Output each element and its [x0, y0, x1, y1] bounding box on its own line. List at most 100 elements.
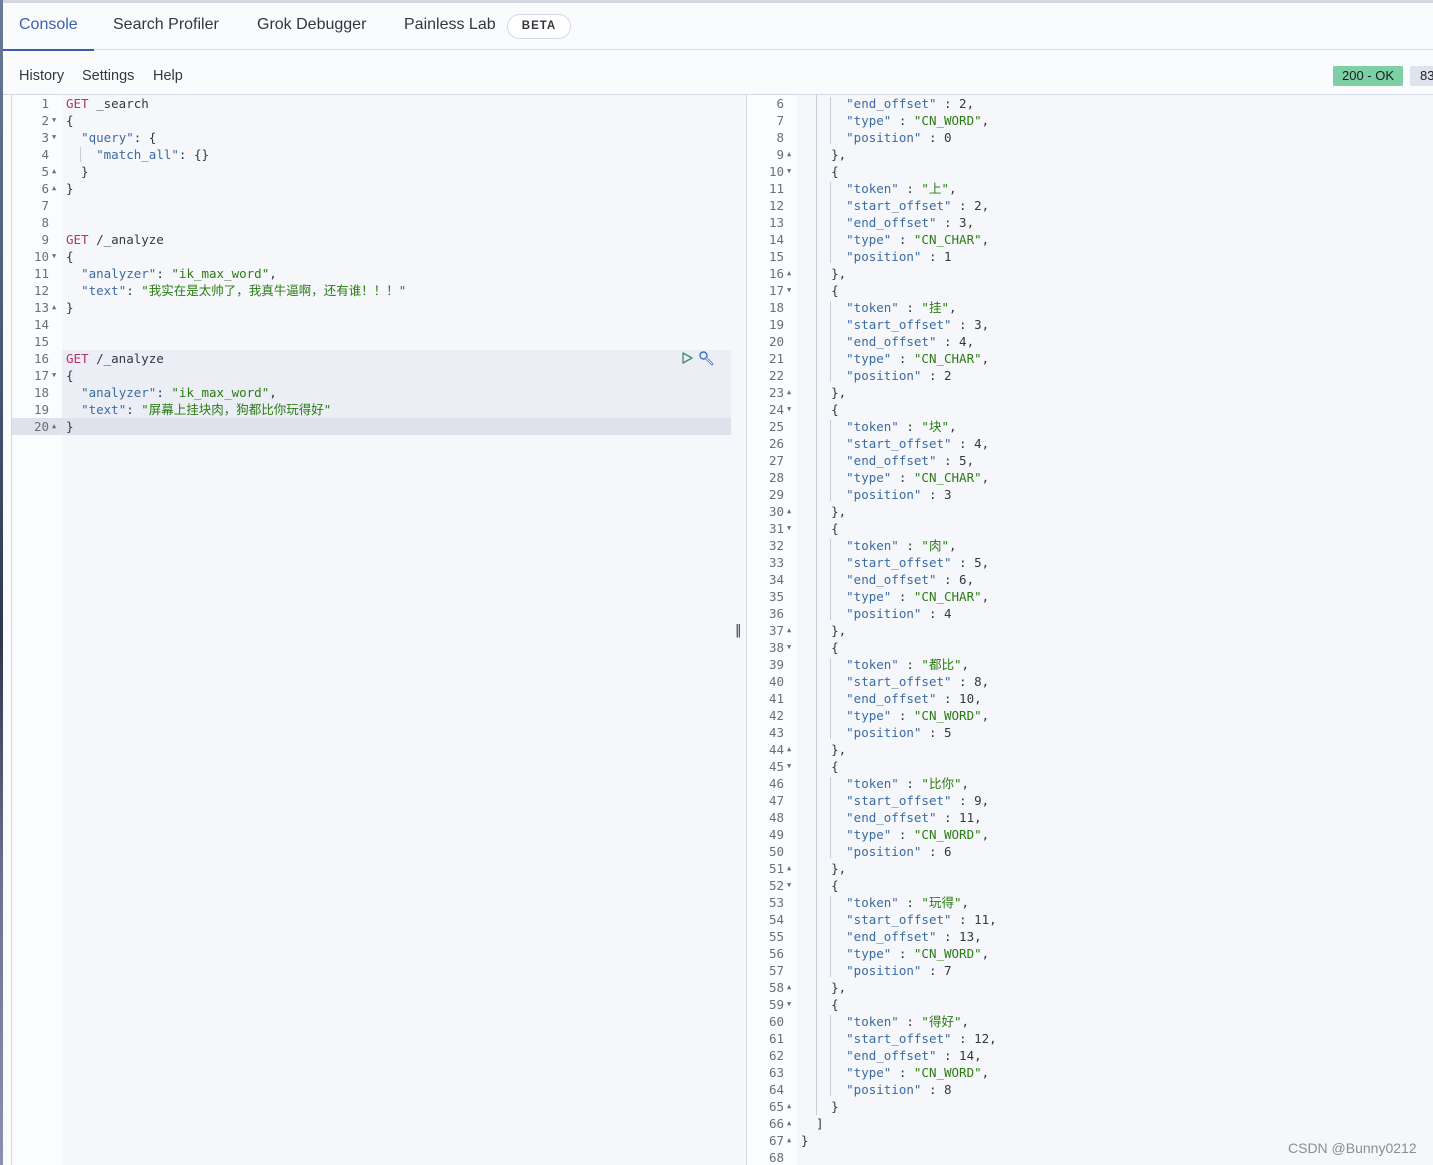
fold-toggle-expand-icon[interactable]: ▲ [787, 860, 795, 877]
help-link[interactable]: Help [153, 68, 183, 84]
code-line[interactable]: 7 "type" : "CN_WORD", [747, 112, 1433, 129]
fold-toggle-collapse-icon[interactable]: ▼ [787, 758, 795, 775]
code-line[interactable]: 54 "start_offset" : 11, [747, 911, 1433, 928]
code-line[interactable]: 66 ▲ ] [747, 1115, 1433, 1132]
code-line[interactable]: 32 "token" : "肉", [747, 537, 1433, 554]
code-line[interactable]: 50 "position" : 6 [747, 843, 1433, 860]
code-line[interactable]: 15 "position" : 1 [747, 248, 1433, 265]
fold-toggle-collapse-icon[interactable]: ▼ [787, 282, 795, 299]
history-link[interactable]: History [19, 68, 64, 84]
code-line[interactable]: 52 ▼ { [747, 877, 1433, 894]
tab-grok-debugger[interactable]: Grok Debugger [257, 3, 366, 50]
fold-toggle-collapse-icon[interactable]: ▼ [52, 129, 60, 146]
code-line[interactable]: 11 "token" : "上", [747, 180, 1433, 197]
code-line[interactable]: 19 "text": "屏幕上挂块肉，狗都比你玩得好" [12, 401, 732, 418]
code-line[interactable]: 2 ▼ { [12, 112, 732, 129]
code-line[interactable]: 26 "start_offset" : 4, [747, 435, 1433, 452]
code-line[interactable]: 28 "type" : "CN_CHAR", [747, 469, 1433, 486]
fold-toggle-expand-icon[interactable]: ▲ [52, 180, 60, 197]
fold-toggle-expand-icon[interactable]: ▲ [52, 418, 60, 435]
fold-toggle-expand-icon[interactable]: ▲ [787, 1098, 795, 1115]
fold-toggle-collapse-icon[interactable]: ▼ [52, 112, 60, 129]
fold-toggle-expand-icon[interactable]: ▲ [52, 163, 60, 180]
code-line[interactable]: 49 "type" : "CN_WORD", [747, 826, 1433, 843]
fold-toggle-expand-icon[interactable]: ▲ [787, 622, 795, 639]
fold-toggle-collapse-icon[interactable]: ▼ [787, 163, 795, 180]
code-line[interactable]: 45 ▼ { [747, 758, 1433, 775]
code-line[interactable]: 16 ▲ }, [747, 265, 1433, 282]
code-line[interactable]: 59 ▼ { [747, 996, 1433, 1013]
code-line[interactable]: 64 "position" : 8 [747, 1081, 1433, 1098]
code-line[interactable]: 38 ▼ { [747, 639, 1433, 656]
code-line[interactable]: 24 ▼ { [747, 401, 1433, 418]
code-line[interactable]: 18 "analyzer": "ik_max_word", [12, 384, 732, 401]
code-line[interactable]: 43 "position" : 5 [747, 724, 1433, 741]
code-line[interactable]: 9 GET /_analyze [12, 231, 732, 248]
fold-toggle-collapse-icon[interactable]: ▼ [787, 639, 795, 656]
fold-toggle-collapse-icon[interactable]: ▼ [52, 367, 60, 384]
code-line[interactable]: 16 GET /_analyze [12, 350, 732, 367]
fold-toggle-collapse-icon[interactable]: ▼ [787, 996, 795, 1013]
code-line[interactable]: 65 ▲ } [747, 1098, 1433, 1115]
fold-toggle-expand-icon[interactable]: ▲ [52, 299, 60, 316]
code-line[interactable]: 17 ▼ { [12, 367, 732, 384]
tab-search-profiler[interactable]: Search Profiler [113, 3, 219, 50]
code-line[interactable]: 55 "end_offset" : 13, [747, 928, 1433, 945]
code-line[interactable]: 36 "position" : 4 [747, 605, 1433, 622]
code-line[interactable]: 30 ▲ }, [747, 503, 1433, 520]
fold-toggle-expand-icon[interactable]: ▲ [787, 265, 795, 282]
code-line[interactable]: 14 [12, 316, 732, 333]
code-line[interactable]: 6 "end_offset" : 2, [747, 95, 1433, 112]
tab-painless-lab[interactable]: Painless Lab [404, 3, 496, 50]
code-line[interactable]: 5 ▲ } [12, 163, 732, 180]
fold-toggle-collapse-icon[interactable]: ▼ [787, 520, 795, 537]
code-line[interactable]: 60 "token" : "得好", [747, 1013, 1433, 1030]
code-line[interactable]: 47 "start_offset" : 9, [747, 792, 1433, 809]
code-line[interactable]: 40 "start_offset" : 8, [747, 673, 1433, 690]
code-line[interactable]: 57 "position" : 7 [747, 962, 1433, 979]
code-line[interactable]: 48 "end_offset" : 11, [747, 809, 1433, 826]
code-line[interactable]: 62 "end_offset" : 14, [747, 1047, 1433, 1064]
code-line[interactable]: 51 ▲ }, [747, 860, 1433, 877]
code-line[interactable]: 31 ▼ { [747, 520, 1433, 537]
code-line[interactable]: 39 "token" : "都比", [747, 656, 1433, 673]
code-line[interactable]: 63 "type" : "CN_WORD", [747, 1064, 1433, 1081]
tab-console[interactable]: Console [3, 3, 94, 51]
fold-toggle-expand-icon[interactable]: ▲ [787, 1115, 795, 1132]
fold-toggle-expand-icon[interactable]: ▲ [787, 1132, 795, 1149]
fold-toggle-expand-icon[interactable]: ▲ [787, 146, 795, 163]
fold-toggle-expand-icon[interactable]: ▲ [787, 384, 795, 401]
code-line[interactable]: 20 ▲} [12, 418, 732, 435]
fold-toggle-collapse-icon[interactable]: ▼ [787, 401, 795, 418]
code-line[interactable]: 35 "type" : "CN_CHAR", [747, 588, 1433, 605]
fold-toggle-collapse-icon[interactable]: ▼ [52, 248, 60, 265]
code-line[interactable]: 12 "text": "我实在是太帅了，我真牛逼啊，还有谁！！！" [12, 282, 732, 299]
code-line[interactable]: 13 ▲} [12, 299, 732, 316]
code-line[interactable]: 21 "type" : "CN_CHAR", [747, 350, 1433, 367]
code-line[interactable]: 12 "start_offset" : 2, [747, 197, 1433, 214]
code-line[interactable]: 34 "end_offset" : 6, [747, 571, 1433, 588]
code-line[interactable]: 53 "token" : "玩得", [747, 894, 1433, 911]
code-line[interactable]: 8 "position" : 0 [747, 129, 1433, 146]
code-line[interactable]: 27 "end_offset" : 5, [747, 452, 1433, 469]
code-line[interactable]: 9 ▲ }, [747, 146, 1433, 163]
code-line[interactable]: 33 "start_offset" : 5, [747, 554, 1433, 571]
code-line[interactable]: 41 "end_offset" : 10, [747, 690, 1433, 707]
code-line[interactable]: 10 ▼ { [747, 163, 1433, 180]
settings-link[interactable]: Settings [82, 68, 134, 84]
code-line[interactable]: 4 "match_all": {} [12, 146, 732, 163]
code-line[interactable]: 25 "token" : "块", [747, 418, 1433, 435]
code-line[interactable]: 13 "end_offset" : 3, [747, 214, 1433, 231]
code-line[interactable]: 56 "type" : "CN_WORD", [747, 945, 1433, 962]
code-line[interactable]: 37 ▲ }, [747, 622, 1433, 639]
code-line[interactable]: 3 ▼ "query": { [12, 129, 732, 146]
fold-toggle-expand-icon[interactable]: ▲ [787, 503, 795, 520]
code-line[interactable]: 1 GET _search [12, 95, 732, 112]
code-line[interactable]: 20 "end_offset" : 4, [747, 333, 1433, 350]
code-line[interactable]: 8 [12, 214, 732, 231]
code-line[interactable]: 61 "start_offset" : 12, [747, 1030, 1433, 1047]
request-editor[interactable]: 1 GET _search 2 ▼{3 ▼ "query": {4 "match_all… [11, 95, 732, 1165]
fold-toggle-expand-icon[interactable]: ▲ [787, 741, 795, 758]
run-request-icon[interactable] [680, 351, 694, 365]
code-line[interactable]: 42 "type" : "CN_WORD", [747, 707, 1433, 724]
